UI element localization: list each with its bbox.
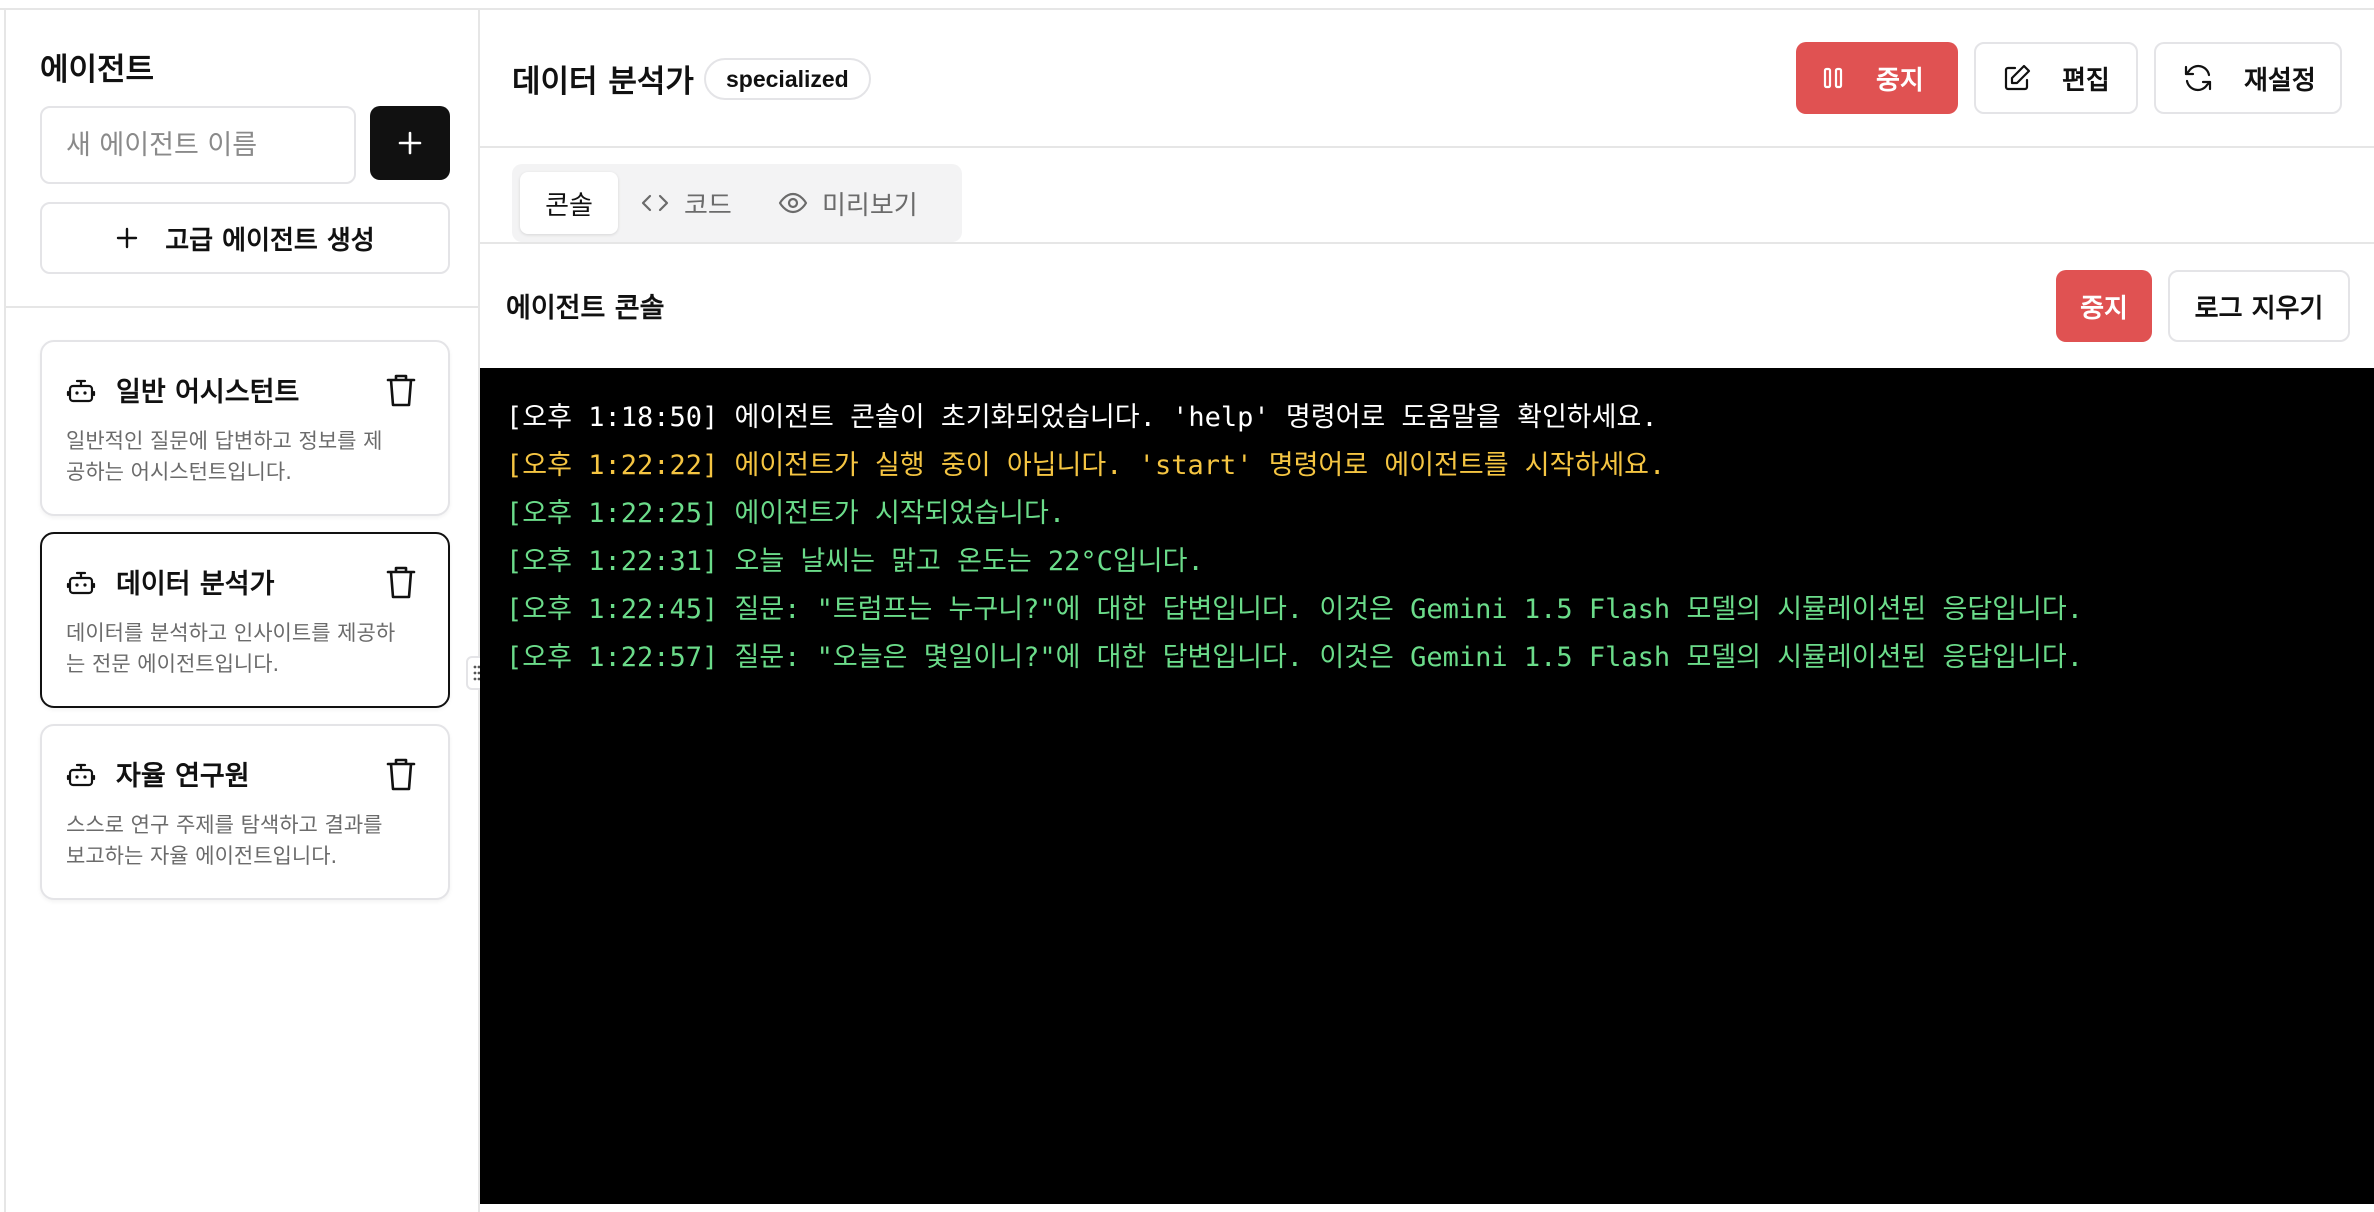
edit-agent-button[interactable]: 편집 [1974, 42, 2138, 114]
agent-card-autonomous-researcher[interactable]: 자율 연구원 스스로 연구 주제를 탐색하고 결과를 보고하는 자율 에이전트입… [40, 724, 450, 900]
sidebar-title: 에이전트 [40, 52, 155, 88]
pause-icon [1823, 67, 1843, 89]
log-line: [오후 1:22:57] 질문: "오늘은 몇일이니?"에 대한 답변입니다. … [506, 642, 2083, 673]
tab-preview-label: 미리보기 [822, 190, 918, 221]
log-line: [오후 1:22:31] 오늘 날씨는 맑고 온도는 22°C입니다. [506, 546, 1204, 577]
plus-icon [117, 227, 138, 249]
agent-name: 자율 연구원 [116, 761, 250, 792]
bot-icon [66, 763, 96, 787]
agent-description-line: 공하는 어시스턴트입니다. [66, 460, 292, 484]
tab-code-label: 코드 [684, 190, 732, 221]
advanced-create-button[interactable]: 고급 에이전트 생성 [40, 202, 450, 274]
stop-agent-label: 중지 [1876, 65, 1924, 96]
console-title: 에이전트 콘솔 [506, 293, 665, 324]
trash-icon[interactable] [384, 372, 418, 408]
agent-description-line: 는 전문 에이전트입니다. [66, 652, 280, 676]
bot-icon [66, 379, 96, 403]
agent-name: 일반 어시스턴트 [116, 377, 300, 408]
sidebar-divider [6, 306, 478, 308]
console-header: 에이전트 콘솔 중지 로그 지우기 [480, 244, 2374, 356]
console-stop-button[interactable]: 중지 [2056, 270, 2152, 342]
log-line: [오후 1:22:45] 질문: "트럼프는 누구니?"에 대한 답변입니다. … [506, 594, 2083, 625]
view-tabs: 콘솔 코드 미리보기 [512, 164, 962, 242]
edit-icon [2004, 64, 2031, 91]
agent-name: 데이터 분석가 [116, 569, 275, 600]
trash-icon[interactable] [384, 564, 418, 600]
main-panel: 데이터 분석가 specialized 중지 편집 재설정 콘솔 코드 미리보기… [480, 10, 2374, 1212]
agent-description: 스스로 연구 주제를 탐색하고 결과를 보고하는 자율 에이전트입니다. [66, 810, 426, 872]
agent-description-line: 데이터를 분석하고 인사이트를 제공하 [66, 621, 396, 645]
eye-icon [778, 192, 808, 214]
refresh-icon [2184, 64, 2212, 92]
log-line: [오후 1:22:22] 에이전트가 실행 중이 아닙니다. 'start' 명… [506, 450, 1666, 481]
top-border [0, 0, 2374, 10]
tab-console[interactable]: 콘솔 [520, 172, 618, 234]
bot-icon [66, 571, 96, 595]
agent-description-line: 일반적인 질문에 답변하고 정보를 제 [66, 429, 383, 453]
agent-card-general-assistant[interactable]: 일반 어시스턴트 일반적인 질문에 답변하고 정보를 제 공하는 어시스턴트입니… [40, 340, 450, 516]
log-line: [오후 1:22:25] 에이전트가 시작되었습니다. [506, 498, 1066, 529]
agent-sidebar: 에이전트 고급 에이전트 생성 일반 어시스턴트 일반적인 질문에 답변하고 정… [4, 10, 480, 1212]
reset-agent-label: 재설정 [2244, 65, 2316, 96]
agent-description-line: 보고하는 자율 에이전트입니다. [66, 844, 338, 868]
clear-logs-button[interactable]: 로그 지우기 [2168, 270, 2350, 342]
console-output[interactable]: [오후 1:18:50] 에이전트 콘솔이 초기화되었습니다. 'help' 명… [480, 368, 2374, 1204]
edit-agent-label: 편집 [2062, 65, 2110, 96]
add-agent-button[interactable] [370, 106, 450, 180]
plus-icon [398, 131, 422, 155]
tab-console-label: 콘솔 [545, 190, 593, 221]
agent-header: 데이터 분석가 specialized 중지 편집 재설정 [480, 10, 2374, 148]
agent-description: 일반적인 질문에 답변하고 정보를 제 공하는 어시스턴트입니다. [66, 426, 426, 488]
agent-description: 데이터를 분석하고 인사이트를 제공하 는 전문 에이전트입니다. [66, 618, 426, 680]
agent-type-badge: specialized [704, 58, 871, 100]
agent-card-data-analyst[interactable]: 데이터 분석가 데이터를 분석하고 인사이트를 제공하 는 전문 에이전트입니다… [40, 532, 450, 708]
code-icon [641, 194, 669, 212]
stop-agent-button[interactable]: 중지 [1796, 42, 1958, 114]
agent-description-line: 스스로 연구 주제를 탐색하고 결과를 [66, 813, 383, 837]
advanced-create-label: 고급 에이전트 생성 [165, 225, 375, 256]
tab-code[interactable]: 코드 [640, 172, 732, 234]
agent-title: 데이터 분석가 [512, 64, 694, 100]
reset-agent-button[interactable]: 재설정 [2154, 42, 2342, 114]
trash-icon[interactable] [384, 756, 418, 792]
tab-preview[interactable]: 미리보기 [778, 172, 918, 234]
new-agent-name-input[interactable] [40, 106, 356, 184]
log-line: [오후 1:18:50] 에이전트 콘솔이 초기화되었습니다. 'help' 명… [506, 402, 1658, 433]
